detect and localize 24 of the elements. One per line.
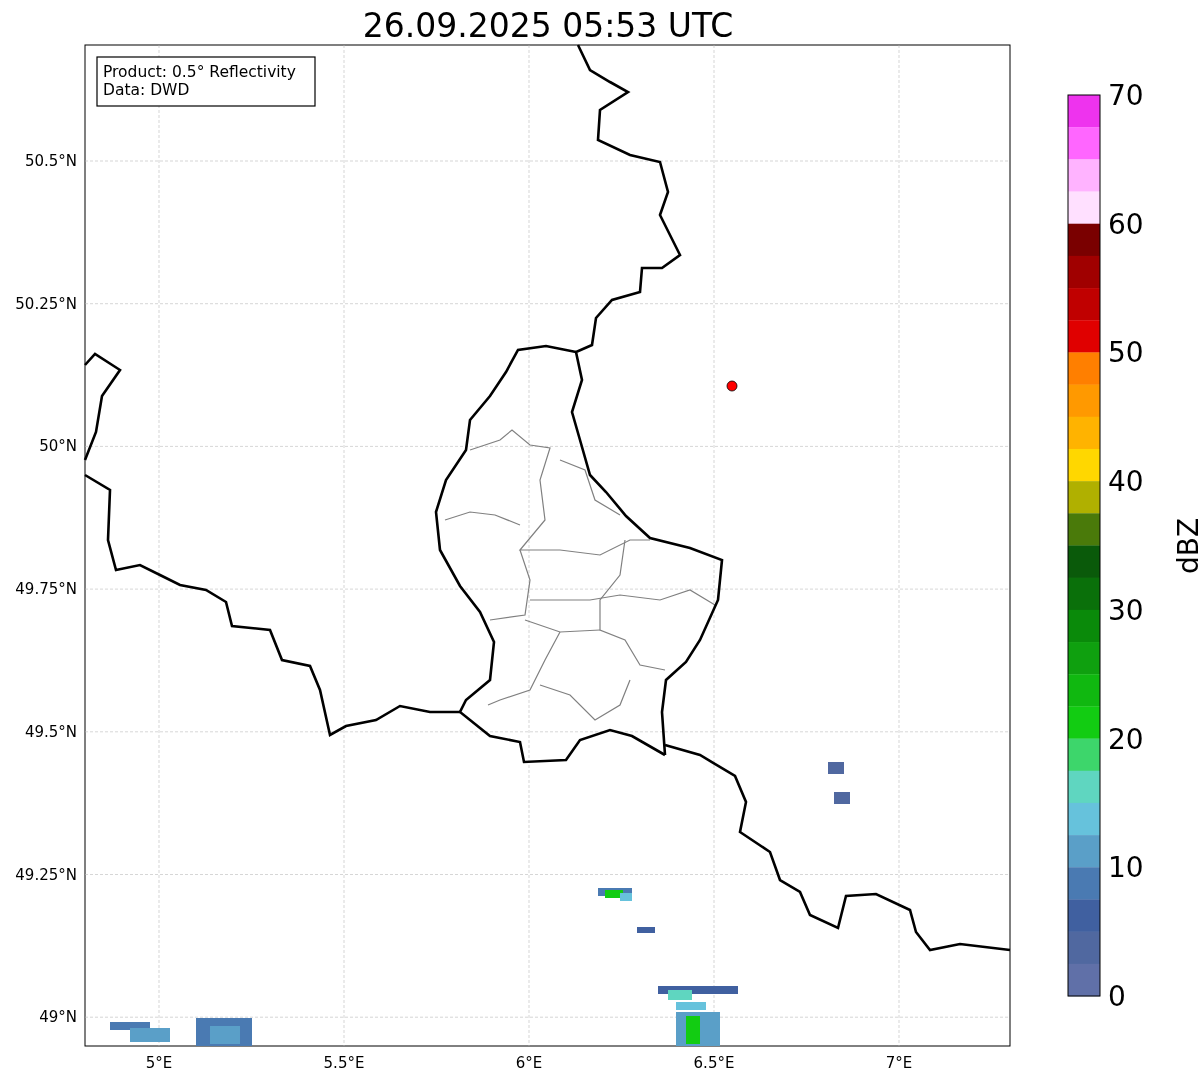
colorbar-tick-label: 0 (1108, 980, 1126, 1013)
colorbar-tick-label: 50 (1108, 336, 1144, 370)
colorbar-tick-label: 20 (1108, 722, 1144, 756)
latitude-label: 50.5°N (24, 152, 77, 170)
colorbar-label: dBZ (1172, 517, 1202, 575)
colorbar-tick-label: 10 (1108, 851, 1144, 885)
latitude-label: 50°N (39, 437, 77, 456)
info-text: Product: 0.5° Reflectivity (103, 63, 296, 81)
latitude-label: 49°N (39, 1008, 77, 1027)
colorbar-tick-label: 70 (1108, 79, 1144, 112)
colorbar-tick-label: 40 (1108, 465, 1144, 499)
chart-title: 26.09.2025 05:53 UTC (362, 6, 734, 45)
info-text: Data: DWD (103, 81, 190, 99)
longitude-label: 6.5°E (693, 1054, 735, 1072)
latitude-label: 50.25°N (15, 294, 77, 313)
colorbar-tick-label: 60 (1108, 207, 1144, 241)
longitude-label: 6°E (515, 1054, 543, 1072)
colorbar-tick-label: 30 (1108, 593, 1144, 627)
latitude-label: 49.5°N (24, 722, 77, 741)
longitude-label: 5.5°E (323, 1054, 365, 1072)
latitude-label: 49.25°N (15, 865, 77, 884)
longitude-label: 7°E (885, 1054, 913, 1072)
longitude-label: 5°E (145, 1054, 173, 1072)
latitude-label: 49.75°N (15, 580, 77, 599)
